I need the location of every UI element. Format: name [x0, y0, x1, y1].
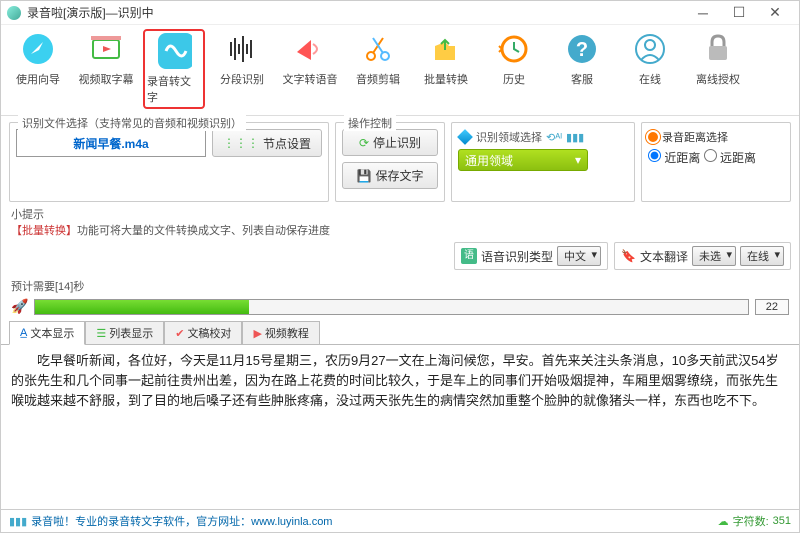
lang-select[interactable]: 中文 [557, 246, 601, 266]
tool-audio-to-text[interactable]: 录音转文字 [143, 29, 205, 109]
tool-guide[interactable]: 使用向导 [7, 29, 69, 109]
text-icon: A̲ [20, 327, 27, 339]
list-icon: ☰ [96, 327, 106, 340]
play-icon: ▶ [253, 327, 261, 340]
progress-row: 🚀 22 [1, 296, 799, 321]
tab-video-tutorial[interactable]: ▶视频教程 [242, 321, 319, 344]
progress-value: 22 [755, 299, 789, 315]
maximize-button[interactable]: ☐ [721, 4, 757, 21]
window-title: 录音啦[演示版]—识别中 [27, 4, 685, 21]
text-content[interactable]: 吃早餐听新闻，各位好，今天是11月15号星期三，农历9月27一文在上海问候您，早… [1, 345, 799, 509]
tool-support[interactable]: ?客服 [551, 29, 613, 109]
radio-far[interactable]: 远距离 [704, 151, 756, 165]
bars-icon: ▮▮▮ [9, 515, 27, 528]
selected-file[interactable]: 新闻早餐.m4a [16, 129, 206, 157]
title-bar: 录音啦[演示版]—识别中 ─ ☐ ✕ [1, 1, 799, 25]
domain-panel: 识别领域选择 ⟲ᴬᴵ ▮▮▮ 通用领域 [451, 122, 635, 202]
distance-panel: 录音距离选择 近距离 远距离 [641, 122, 791, 202]
node-settings-button[interactable]: ⋮⋮⋮节点设置 [212, 129, 322, 157]
tool-batch[interactable]: 批量转换 [415, 29, 477, 109]
tab-proofread[interactable]: ✔文稿校对 [164, 321, 242, 344]
pin-icon [648, 132, 658, 142]
tab-list-display[interactable]: ☰列表显示 [85, 321, 164, 344]
cube-icon [457, 129, 473, 145]
tab-bar: A̲文本显示 ☰列表显示 ✔文稿校对 ▶视频教程 [1, 321, 799, 345]
lang-icon: 语 [461, 248, 477, 264]
app-icon [7, 6, 21, 20]
tool-segment[interactable]: 分段识别 [211, 29, 273, 109]
tool-offline-license[interactable]: 离线授权 [687, 29, 749, 109]
tool-tts[interactable]: 文字转语音 [279, 29, 341, 109]
tool-video-subtitle[interactable]: 视频取字幕 [75, 29, 137, 109]
stop-button[interactable]: ⟳停止识别 [342, 129, 438, 156]
radio-near[interactable]: 近距离 [648, 151, 700, 165]
svg-text:?: ? [576, 39, 588, 61]
rocket-icon: 🚀 [11, 298, 28, 315]
translate-select[interactable]: 未选 [692, 246, 736, 266]
domain-select[interactable]: 通用领域 [458, 149, 588, 171]
tab-text-display[interactable]: A̲文本显示 [9, 321, 85, 345]
translate-icon: 🔖 [621, 249, 636, 263]
close-button[interactable]: ✕ [757, 4, 793, 21]
status-bar: ▮▮▮录音啦！专业的录音转文字软件，官方网址：www.luyinla.com ☁… [1, 509, 799, 532]
save-text-button[interactable]: 💾保存文字 [342, 162, 438, 189]
tool-history[interactable]: 历史 [483, 29, 545, 109]
file-select-panel: 识别文件选择（支持常见的音频和视频识别） 新闻早餐.m4a ⋮⋮⋮节点设置 [9, 122, 329, 202]
check-icon: ✔ [175, 327, 184, 340]
operation-control-panel: 操作控制 ⟳停止识别 💾保存文字 [335, 122, 445, 202]
estimate-label: 预计需要[14]秒 [1, 276, 799, 296]
progress-bar [34, 299, 748, 315]
minimize-button[interactable]: ─ [685, 5, 721, 21]
main-toolbar: 使用向导 视频取字幕 录音转文字 分段识别 文字转语音 音频剪辑 批量转换 历史… [1, 25, 799, 116]
hint-row: 小提示 【批量转换】功能可将大量的文件转换成文字、列表自动保存进度 [1, 204, 799, 240]
online-select[interactable]: 在线 [740, 246, 784, 266]
progress-fill [35, 300, 249, 314]
tool-online[interactable]: 在线 [619, 29, 681, 109]
translate-group: 🔖 文本翻译 未选 在线 [614, 242, 791, 270]
cloud-icon: ☁ [718, 515, 729, 528]
lang-type-group: 语 语音识别类型 中文 [454, 242, 608, 270]
tool-audio-trim[interactable]: 音频剪辑 [347, 29, 409, 109]
